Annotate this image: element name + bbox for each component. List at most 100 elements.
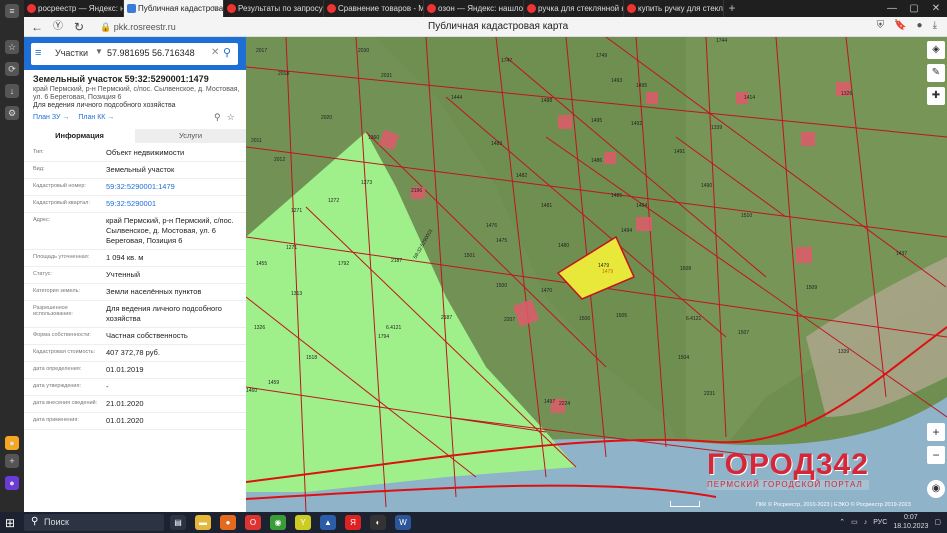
browser-sidebar: ≡ ☆ ⟳ ↓ ⚙ ● + ●: [0, 0, 24, 512]
info-row: Кадастровая стоимость: 407 372,78 руб.: [24, 345, 246, 362]
info-panel: ≡ Участки ▼ 57.981695 56.716348 ✕ ⚲ Земе…: [24, 37, 246, 512]
taskbar-apps: ▤ ▬ ● O ◉ Y ▲ Я ◐ W: [170, 515, 411, 530]
protect-icon[interactable]: ⛨: [877, 20, 885, 31]
taskbar-search[interactable]: ⚲ Поиск: [24, 514, 164, 531]
yandex-browser-icon[interactable]: Y: [295, 515, 311, 530]
tab-info[interactable]: Информация: [24, 129, 135, 143]
star-icon[interactable]: ☆: [227, 112, 235, 123]
history-icon[interactable]: ⟳: [5, 62, 19, 76]
new-tab-button[interactable]: +: [724, 0, 740, 17]
clock[interactable]: 0:07 18.10.2023: [893, 513, 928, 531]
parcel-label: 2187: [441, 315, 452, 321]
window-controls: — ▢ ✕: [881, 0, 947, 17]
parcel-label: 1475: [496, 238, 507, 244]
firefox-icon[interactable]: ●: [220, 515, 236, 530]
search-type-select[interactable]: Участки: [55, 48, 88, 58]
task-view-icon[interactable]: ▤: [170, 515, 186, 530]
info-row-value: Частная собственность: [106, 331, 188, 340]
address-bar: ← Ⓨ ↻ 🔒 pkk.rosreestr.ru Публичная кадас…: [24, 17, 947, 37]
browser-tab[interactable]: ручка для стеклянной кр: [524, 0, 624, 17]
close-icon[interactable]: ✕: [212, 0, 219, 17]
parcel-label: 2224: [559, 401, 570, 407]
parcel-label: 2031: [381, 73, 392, 79]
assistant-icon[interactable]: ●: [5, 476, 19, 490]
menu-icon[interactable]: ≡: [5, 4, 19, 18]
tab-services[interactable]: Услуги: [135, 129, 246, 143]
browser-tab[interactable]: озон — Яндекс: нашлось: [424, 0, 524, 17]
parcel-label: 1483: [491, 141, 502, 147]
profile-icon[interactable]: ●: [917, 20, 923, 31]
back-icon[interactable]: ←: [31, 19, 43, 35]
browser-tab[interactable]: Результаты по запросу «р: [224, 0, 324, 17]
app-icon[interactable]: ●: [5, 436, 19, 450]
bookmark-add-icon[interactable]: 🔖: [894, 20, 906, 31]
favicon-icon: [227, 4, 236, 13]
locate-icon[interactable]: ✚: [927, 87, 945, 105]
parcel-label: 1792: [338, 261, 349, 267]
parcel-label: 1481: [541, 203, 552, 209]
map-view[interactable]: 2017 2030 1747 1749 1493 1495 1744 1492 1414 1326…: [246, 37, 947, 512]
download-icon[interactable]: ↓: [5, 84, 19, 98]
language-indicator[interactable]: РУС: [873, 519, 887, 526]
explorer-icon[interactable]: ▬: [195, 515, 211, 530]
photos-icon[interactable]: ▲: [320, 515, 336, 530]
browser-tab-active[interactable]: Публичная кадастровая ✕: [124, 0, 224, 17]
ruler-icon[interactable]: ✎: [927, 64, 945, 82]
yandex-icon[interactable]: Я: [345, 515, 361, 530]
copyright: ПКК © Росреестр, 2010-2023 | ЕЭКО © Роср…: [756, 502, 911, 508]
object-actions: ⚲ ☆: [214, 112, 235, 123]
windows-start-icon[interactable]: ⊞: [5, 516, 15, 530]
info-row-value[interactable]: 59:32:5290001:1479: [106, 179, 246, 195]
media-icon[interactable]: ◐: [370, 515, 386, 530]
opera-icon[interactable]: O: [245, 515, 261, 530]
search-input[interactable]: 57.981695 56.716348: [107, 48, 195, 58]
reload-icon[interactable]: ↻: [74, 19, 84, 35]
layers-icon[interactable]: ◈: [927, 41, 945, 59]
maximize-icon[interactable]: ▢: [903, 0, 925, 17]
lock-icon: 🔒: [100, 22, 114, 32]
favicon-icon: [327, 4, 336, 13]
clear-icon[interactable]: ✕: [211, 47, 219, 58]
parcel-label: 1459: [268, 380, 279, 386]
add-icon[interactable]: +: [5, 454, 19, 468]
download-icon[interactable]: ⤓: [933, 20, 937, 31]
info-row: Кадастровый номер: 59:32:5290001:1479: [24, 179, 246, 196]
address-icons: ⛨ 🔖 ● ⤓: [877, 20, 937, 31]
bookmark-icon[interactable]: ☆: [5, 40, 19, 54]
info-row-value: Учтенный: [106, 270, 141, 279]
plan-kk-link[interactable]: План КК →: [78, 114, 114, 121]
network-icon[interactable]: ▭: [851, 518, 858, 526]
chevron-down-icon[interactable]: ▼: [95, 47, 103, 56]
favicon-icon: [627, 4, 636, 13]
settings-icon[interactable]: ⚙: [5, 106, 19, 120]
zoom-out-button[interactable]: −: [927, 446, 945, 464]
minimize-icon[interactable]: —: [881, 0, 903, 17]
info-row-value: -: [106, 382, 109, 391]
geolocation-icon[interactable]: ◉: [927, 480, 945, 498]
search-nearby-icon[interactable]: ⚲: [214, 112, 221, 123]
info-row-value[interactable]: 59:32:5290001: [106, 196, 246, 212]
parcel-label: 1794: [378, 334, 389, 340]
browser-tab[interactable]: купить ручку для стеклян: [624, 0, 724, 17]
search-icon[interactable]: ⚲: [223, 46, 231, 59]
map-canvas[interactable]: 2017 2030 1747 1749 1493 1495 1744 1492 1414 1326…: [246, 37, 947, 512]
info-row-value: 1 094 кв. м: [106, 253, 144, 262]
info-row: Разрешенное использование: Для ведения ли…: [24, 301, 246, 328]
volume-icon[interactable]: ♪: [864, 519, 868, 526]
info-row: Статус: Учтенный: [24, 267, 246, 284]
browser-tab[interactable]: Сравнение товаров - Мар: [324, 0, 424, 17]
system-tray: ⌃ ▭ ♪ РУС 0:07 18.10.2023 ▢: [839, 513, 941, 531]
parcel-label: 2196: [411, 188, 422, 194]
close-window-icon[interactable]: ✕: [925, 0, 947, 17]
chrome-icon[interactable]: ◉: [270, 515, 286, 530]
yandex-icon[interactable]: Ⓨ: [53, 19, 63, 35]
url-field[interactable]: 🔒 pkk.rosreestr.ru: [100, 20, 260, 34]
chevron-up-icon[interactable]: ⌃: [839, 518, 845, 526]
plan-zu-link[interactable]: План ЗУ →: [33, 114, 69, 121]
zoom-in-button[interactable]: +: [927, 423, 945, 441]
word-icon[interactable]: W: [395, 515, 411, 530]
notifications-icon[interactable]: ▢: [934, 518, 941, 526]
menu-icon[interactable]: ≡: [35, 47, 41, 59]
parcel-label: 1509: [806, 285, 817, 291]
browser-tab[interactable]: росреестр — Яндекс: нашл: [24, 0, 124, 17]
